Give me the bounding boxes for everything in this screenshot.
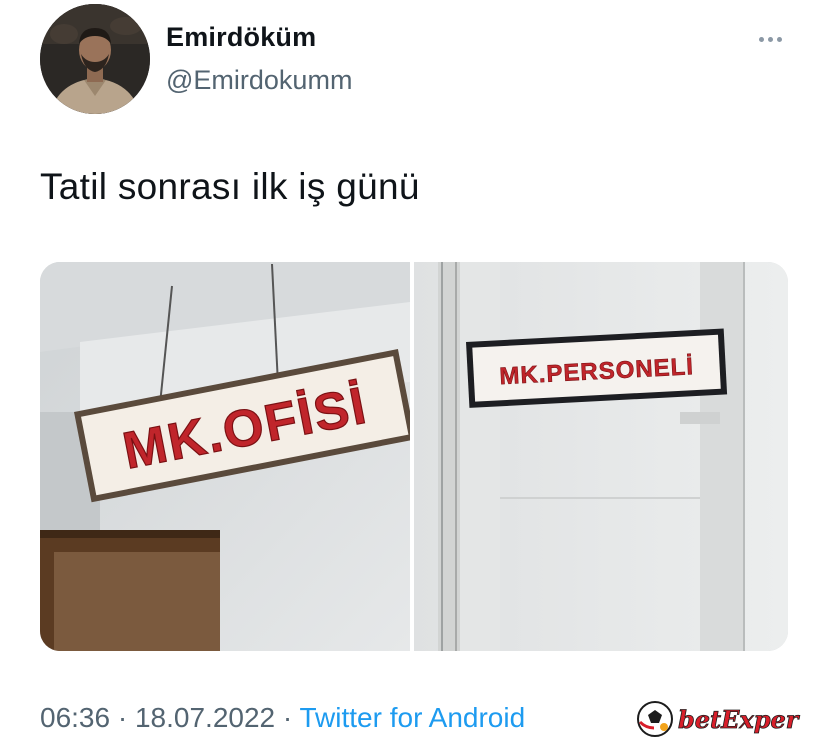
tweet-time[interactable]: 06:36: [40, 702, 110, 733]
tweet-meta: 06:36 · 18.07.2022 · Twitter for Android: [40, 702, 525, 734]
tweet-date[interactable]: 18.07.2022: [135, 702, 275, 733]
avatar[interactable]: [40, 4, 150, 114]
watermark-logo: betExper: [634, 698, 804, 740]
ball-logo-icon: [637, 701, 673, 737]
tweet-media-image[interactable]: MK.OFİSİ MK.PERSONELİ: [40, 262, 788, 651]
meta-separator: ·: [282, 702, 293, 733]
author-handle[interactable]: @Emirdokumm: [166, 65, 352, 96]
tweet-text: Tatil sonrası ilk iş günü: [40, 166, 420, 207]
more-options-button[interactable]: [750, 24, 790, 54]
more-dots-icon: [758, 36, 764, 42]
author-display-name[interactable]: Emirdöküm: [166, 22, 316, 53]
watermark-brand-text: betExper: [678, 705, 801, 734]
meta-separator: ·: [117, 702, 128, 733]
tweet: Emirdöküm @Emirdokumm Tatil sonrası ilk …: [0, 0, 828, 751]
tweet-source-link[interactable]: Twitter for Android: [300, 702, 526, 733]
